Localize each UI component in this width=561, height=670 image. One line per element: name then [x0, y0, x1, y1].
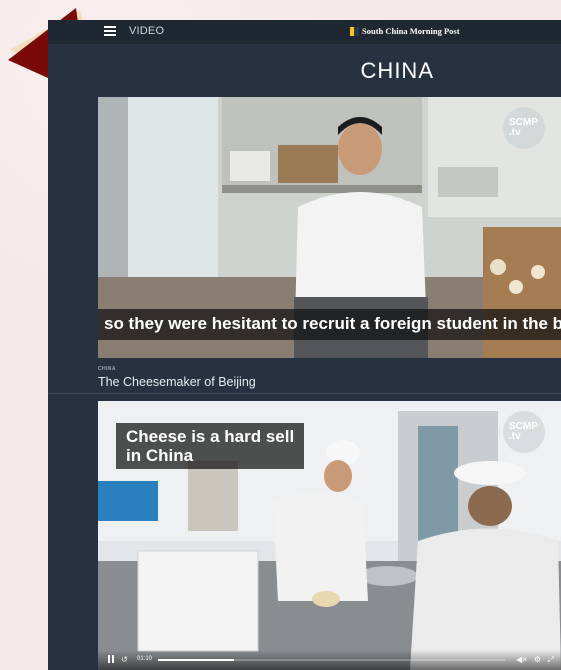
fullscreen-icon[interactable]: ⤢ — [548, 655, 554, 665]
pause-icon[interactable] — [108, 655, 114, 663]
divider — [48, 393, 561, 394]
video-app: VIDEO South China Morning Post CHINA SCM… — [48, 20, 561, 670]
brand-name: South China Morning Post — [362, 26, 460, 36]
story-category[interactable]: CHINA — [98, 366, 256, 372]
story-meta: CHINA The Cheesemaker of Beijing — [98, 366, 256, 389]
video-controls: ↺ 01:10 ◀× ⚙ ⤢ — [98, 650, 561, 670]
video-caption: so they were hesitant to recruit a forei… — [98, 309, 561, 340]
scmp-tv-watermark: SCMP .tv — [503, 107, 545, 149]
video-player-1[interactable]: SCMP .tv so they were hesitant to recrui… — [98, 97, 561, 358]
rewind-icon[interactable]: ↺ — [121, 655, 128, 664]
scmp-tv-watermark: SCMP .tv — [503, 411, 545, 453]
gear-icon[interactable]: ⚙ — [534, 655, 541, 664]
section-label[interactable]: VIDEO — [129, 25, 164, 37]
story-title[interactable]: The Cheesemaker of Beijing — [98, 375, 256, 389]
scmp-logo-icon — [350, 26, 359, 36]
page-title: CHINA — [360, 58, 434, 83]
brand-logo[interactable]: South China Morning Post — [350, 26, 460, 36]
progress-fill — [158, 659, 235, 661]
progress-bar[interactable] — [158, 659, 505, 661]
playback-time: 01:10 — [137, 656, 153, 662]
menu-icon[interactable] — [104, 26, 116, 38]
video-player-2[interactable]: Cheese is a hard sell in China SCMP .tv … — [98, 401, 561, 670]
video-overlay-title: Cheese is a hard sell in China — [116, 423, 305, 469]
mute-icon[interactable]: ◀× — [516, 655, 527, 664]
top-bar: VIDEO South China Morning Post — [48, 20, 561, 44]
